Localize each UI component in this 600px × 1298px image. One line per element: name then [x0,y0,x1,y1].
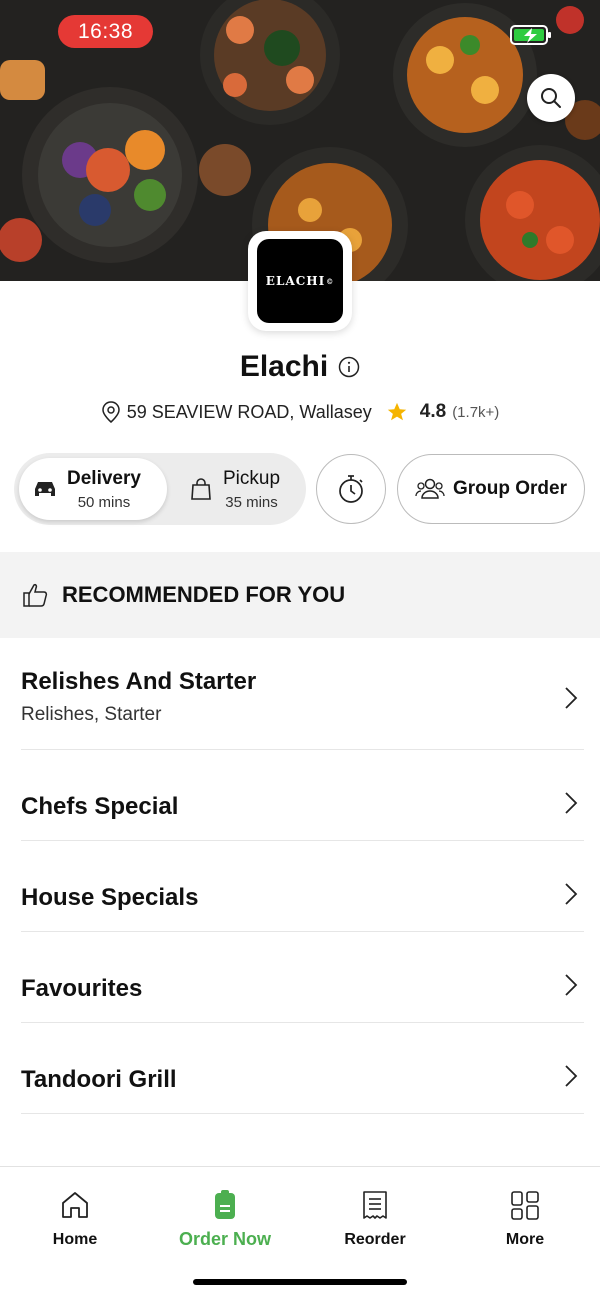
delivery-time: 50 mins [77,493,131,511]
search-button[interactable] [527,74,575,122]
logo-mark: ELACHI © [257,239,343,323]
thumbs-up-icon [23,584,48,607]
menu-category[interactable]: House Specials [21,841,584,932]
restaurant-address: 59 SEAVIEW ROAD, Wallasey [126,401,372,422]
menu-category-title: Relishes And Starter [21,668,257,695]
nav-order-now-label: Order Now [178,1229,271,1249]
restaurant-title-row: Elachi [0,350,600,384]
grid-icon [511,1191,539,1220]
nav-more-label: More [505,1231,545,1248]
pickup-time: 35 mins [225,493,278,511]
group-order-label: Group Order [452,478,567,499]
rating-count: (1.7k+) [452,403,500,421]
recommended-label: RECOMMENDED FOR YOU [62,582,346,607]
order-mode-toggle: Delivery 50 mins Pickup 35 mins [14,453,306,525]
info-icon[interactable] [338,356,360,378]
chevron-right-icon [565,974,578,996]
group-users-icon [415,478,445,499]
nav-reorder-label: Reorder [344,1231,406,1248]
status-time: 16:38 [58,15,153,48]
menu-category-title: House Specials [21,884,199,911]
home-icon [62,1192,88,1218]
menu-category-title: Favourites [21,975,143,1002]
nav-home-label: Home [52,1231,98,1248]
delivery-label: Delivery [67,467,141,489]
restaurant-logo: ELACHI © [248,231,352,331]
receipt-icon [363,1191,387,1219]
nav-home[interactable]: Home [0,1189,150,1249]
menu-category-title: Chefs Special [21,793,179,820]
location-pin-icon [101,401,120,423]
order-icon [215,1190,235,1219]
chevron-right-icon [565,687,578,709]
battery-charging-icon [510,25,551,45]
restaurant-name: Elachi [239,350,329,383]
pickup-option[interactable]: Pickup 35 mins [179,458,304,520]
search-icon [541,88,561,108]
shopping-bag-icon [191,478,211,500]
menu-category-subtitle: Relishes, Starter [21,704,162,725]
chevron-right-icon [565,1065,578,1087]
address-row: 59 SEAVIEW ROAD, Wallasey 4.8 (1.7k+) [0,401,600,423]
recommended-header: RECOMMENDED FOR YOU [0,552,600,638]
nav-reorder[interactable]: Reorder [300,1189,450,1249]
pickup-label: Pickup [223,467,281,489]
chevron-right-icon [565,883,578,905]
rating-value: 4.8 [419,401,447,422]
chevron-right-icon [565,792,578,814]
delivery-option[interactable]: Delivery 50 mins [19,458,167,520]
car-icon [35,482,55,496]
menu-category[interactable]: Relishes And Starter Relishes, Starter [21,664,584,750]
nav-order-now[interactable]: Order Now [150,1189,300,1250]
nav-more[interactable]: More [450,1189,600,1249]
schedule-button[interactable] [316,454,386,524]
star-icon [387,402,406,421]
menu-category-title: Tandoori Grill [21,1066,177,1093]
group-order-button[interactable]: Group Order [397,454,585,524]
menu-category[interactable]: Favourites [21,932,584,1023]
menu-category[interactable]: Tandoori Grill [21,1023,584,1114]
home-indicator [193,1279,407,1285]
menu-category[interactable]: Chefs Special [21,750,584,841]
stopwatch-icon [339,475,363,503]
